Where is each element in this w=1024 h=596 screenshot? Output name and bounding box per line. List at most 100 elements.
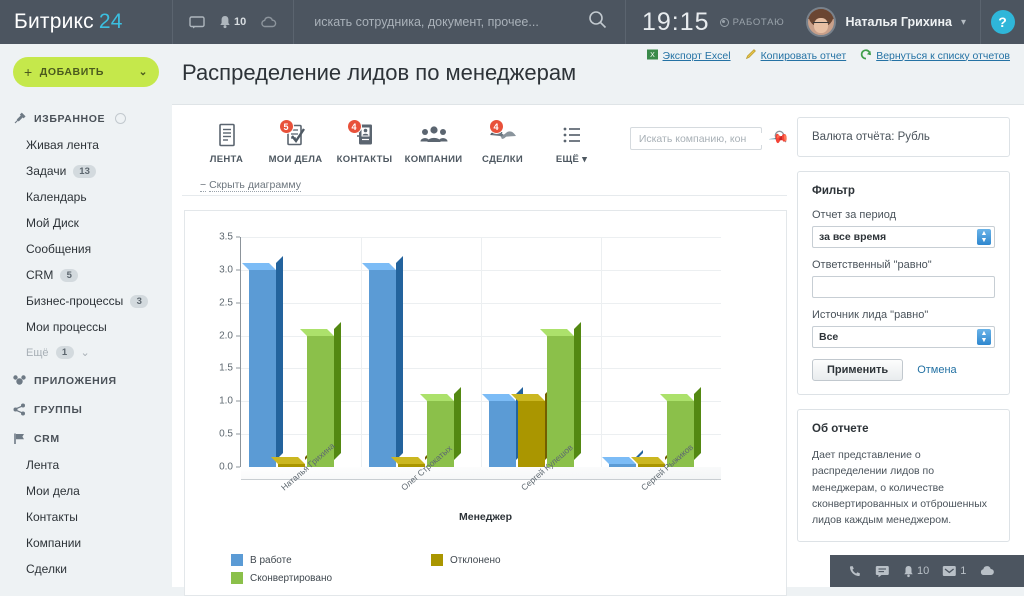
bar-top	[539, 328, 574, 336]
sidebar-section-applications[interactable]: ПРИЛОЖЕНИЯ	[0, 365, 172, 394]
checklist-icon: 5	[278, 119, 307, 149]
crm-tab-more[interactable]: ЕЩЁ ▾	[537, 121, 606, 165]
legend-item[interactable]: В работе	[231, 551, 431, 569]
cancel-button[interactable]: Отмена	[917, 364, 956, 376]
crm-tab-label: МОИ ДЕЛА	[268, 154, 323, 165]
period-select[interactable]: за все время ▲ ▼	[812, 226, 995, 248]
handshake-icon: 4	[488, 119, 517, 149]
page-header: Распределение лидов по менеджерам X Эксп…	[172, 44, 1024, 104]
sidebar-item-crm-my-deals[interactable]: Мои дела	[0, 478, 172, 504]
logo-text: Битрикс	[14, 10, 94, 33]
responsible-input[interactable]	[812, 276, 995, 298]
bar-face	[248, 269, 276, 467]
sidebar-item-messages[interactable]: Сообщения	[0, 236, 172, 262]
crm-tab-feed[interactable]: ЛЕНТА	[192, 121, 261, 165]
search-icon[interactable]	[588, 10, 607, 34]
hide-chart-label: Скрыть диаграмму	[209, 179, 301, 192]
sidebar-item-live-feed[interactable]: Живая лента	[0, 132, 172, 158]
source-value: Все	[819, 331, 839, 343]
clock-widget[interactable]: 19:15 РАБОТАЮ	[625, 0, 800, 44]
chart-bar[interactable]	[241, 255, 283, 467]
sidebar-item-label: Контакты	[26, 510, 78, 524]
crm-search-input[interactable]	[638, 132, 774, 145]
bar-face	[517, 401, 545, 467]
search-input[interactable]	[314, 15, 588, 29]
category-divider	[481, 237, 482, 467]
sidebar-item-crm[interactable]: CRM 5	[0, 262, 172, 288]
cloud-icon[interactable]	[979, 565, 995, 577]
crm-tab-deals[interactable]: 4 СДЕЛКИ	[468, 119, 537, 165]
add-button[interactable]: + ДОБАВИТЬ ⌄	[13, 57, 159, 87]
crm-toolbar: ЛЕНТА 5 МОИ ДЕЛА 4 КОНТАКТЫ КОМПАНИИ 4 С…	[172, 105, 797, 173]
chart-bar[interactable]	[601, 450, 643, 467]
pin-icon	[13, 112, 26, 125]
gear-icon[interactable]	[115, 113, 127, 124]
help-button[interactable]: ?	[980, 0, 1024, 44]
back-to-reports-label[interactable]: Вернуться к списку отчетов	[876, 50, 1010, 62]
crm-tab-label: КОНТАКТЫ	[336, 154, 393, 165]
cloud-icon[interactable]	[260, 16, 277, 28]
copy-report-link[interactable]: Копировать отчет	[745, 48, 847, 63]
chevron-down-icon[interactable]: ▲ ▼	[977, 329, 991, 345]
hide-chart-link[interactable]: − Скрыть диаграмму	[182, 173, 787, 196]
chat-icon[interactable]	[875, 565, 890, 578]
logo[interactable]: Битрикс 24	[0, 0, 172, 44]
back-icon	[860, 48, 872, 63]
excel-icon: X	[646, 49, 659, 63]
y-tick	[236, 302, 240, 304]
bell-icon[interactable]: 10	[219, 15, 246, 29]
copy-report-label[interactable]: Копировать отчет	[761, 50, 847, 62]
crm-tab-my-affairs[interactable]: 5 МОИ ДЕЛА	[261, 119, 330, 165]
crm-tab-label: СДЕЛКИ	[482, 154, 523, 165]
bar-side	[395, 255, 403, 460]
sidebar-section-label: CRM	[34, 432, 60, 445]
sidebar-section-crm[interactable]: CRM	[0, 423, 172, 452]
export-excel-link[interactable]: X Экспорт Excel	[646, 49, 731, 63]
sidebar-item-my-processes[interactable]: Мои процессы	[0, 314, 172, 340]
sidebar-item-crm-deals[interactable]: Сделки	[0, 556, 172, 582]
category-divider	[601, 237, 602, 467]
mail-icon[interactable]: 1	[942, 565, 966, 577]
badge-count: 5	[60, 268, 79, 282]
sidebar-item-calendar[interactable]: Календарь	[0, 184, 172, 210]
crm-tab-contacts[interactable]: 4 КОНТАКТЫ	[330, 119, 399, 165]
sidebar-section-favorites[interactable]: ИЗБРАННОЕ	[0, 103, 172, 132]
chevron-down-icon[interactable]: ▲ ▼	[977, 229, 991, 245]
source-select[interactable]: Все ▲ ▼	[812, 326, 995, 348]
phone-icon[interactable]	[848, 564, 862, 578]
sidebar-item-business-processes[interactable]: Бизнес-процессы 3	[0, 288, 172, 314]
bar-top	[481, 394, 516, 402]
chevron-down-icon[interactable]: ⌄	[81, 346, 90, 359]
export-excel-label[interactable]: Экспорт Excel	[663, 50, 731, 62]
user-menu[interactable]: Наталья Грихина ▾	[800, 0, 980, 44]
global-search[interactable]	[293, 0, 625, 44]
legend-item[interactable]: Сконвертировано	[231, 569, 431, 587]
about-text: Дает представление о распределении лидов…	[812, 449, 988, 527]
apply-button[interactable]: Применить	[812, 359, 904, 381]
legend-label: Сконвертировано	[250, 572, 333, 584]
sidebar-item-more[interactable]: Ещё 1 ⌄	[0, 340, 172, 365]
bell-icon[interactable]: 10	[903, 565, 929, 578]
sidebar-item-my-disk[interactable]: Мой Диск	[0, 210, 172, 236]
pin-icon[interactable]: 📌	[768, 127, 790, 150]
chevron-down-icon[interactable]: ⌄	[139, 66, 148, 78]
avatar[interactable]	[806, 7, 837, 37]
legend-item[interactable]: Отклонено	[431, 551, 631, 569]
bar-top	[419, 394, 454, 402]
chevron-down-icon[interactable]: ▾	[961, 17, 966, 28]
back-to-reports-link[interactable]: Вернуться к списку отчетов	[860, 48, 1010, 63]
chat-icon[interactable]	[189, 15, 205, 29]
crm-tab-companies[interactable]: КОМПАНИИ	[399, 121, 468, 165]
sidebar-item-crm-feed[interactable]: Лента	[0, 452, 172, 478]
work-status[interactable]: РАБОТАЮ	[719, 17, 785, 28]
sidebar-item-crm-contacts[interactable]: Контакты	[0, 504, 172, 530]
filter-title: Фильтр	[812, 185, 855, 197]
chart-bar[interactable]	[481, 387, 523, 467]
sidebar-item-crm-companies[interactable]: Компании	[0, 530, 172, 556]
chart-bar[interactable]	[361, 255, 403, 467]
crm-search-box[interactable]	[629, 127, 787, 150]
sidebar-item-tasks[interactable]: Задачи 13	[0, 158, 172, 184]
crm-tab-badge: 4	[488, 119, 504, 134]
chart-bar[interactable]	[510, 387, 552, 467]
sidebar-section-groups[interactable]: ГРУППЫ	[0, 394, 172, 423]
